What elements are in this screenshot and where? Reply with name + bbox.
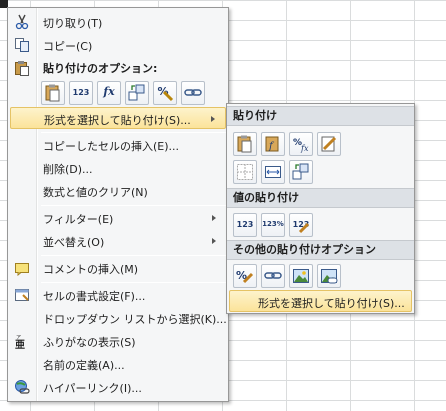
copy-icon — [14, 37, 30, 53]
svg-text:fx: fx — [300, 144, 309, 153]
separator — [41, 132, 226, 133]
transpose-icon[interactable] — [289, 160, 313, 184]
paste-formatting-icon[interactable]: % — [153, 81, 177, 105]
context-menu: 切り取り(T) コピー(C) 貼り付けのオプション: 123 fx % 形式を選… — [7, 7, 229, 402]
cut-label: 切り取り(T) — [43, 17, 103, 30]
globe-link-icon — [14, 379, 30, 395]
format-cells-menu-item[interactable]: セルの書式設定(F)... — [10, 284, 226, 306]
linked-picture-icon[interactable] — [317, 264, 341, 288]
furigana-icon: ア亜 — [14, 333, 30, 351]
no-borders-icon[interactable] — [233, 160, 257, 184]
copy-menu-item[interactable]: コピー(C) — [10, 34, 226, 56]
picture-icon[interactable] — [289, 264, 313, 288]
paste-values-section-header: 値の貼り付け — [227, 188, 414, 208]
paste-icon[interactable] — [41, 81, 65, 105]
values-source-formatting-icon[interactable]: 123 — [289, 213, 313, 237]
submenu-arrow-icon — [212, 215, 216, 221]
paste-section-header: 貼り付け — [227, 106, 414, 126]
clear-contents-menu-item[interactable]: 数式と値のクリア(N) — [10, 180, 226, 202]
paste-special-label: 形式を選択して貼り付け(S)... — [44, 114, 191, 127]
formatting-icon[interactable]: % — [233, 264, 257, 288]
svg-text:亜: 亜 — [15, 339, 25, 349]
paste-link-icon[interactable] — [261, 264, 285, 288]
paste-formulas-number-format-icon[interactable]: % fx — [289, 132, 313, 156]
sort-menu-item[interactable]: 並べ替え(O) — [10, 230, 226, 252]
scissors-icon — [14, 14, 30, 30]
define-name-menu-item[interactable]: 名前の定義(A)... — [10, 353, 226, 375]
paste-options-header-row: 貼り付けのオプション: — [10, 57, 226, 77]
pick-from-list-menu-item[interactable]: ドロップダウン リストから選択(K)... — [10, 307, 227, 329]
delete-menu-item[interactable]: 削除(D)... — [10, 157, 226, 179]
filter-menu-item[interactable]: フィルター(E) — [10, 207, 226, 229]
values-number-format-icon[interactable]: 123% — [261, 213, 285, 237]
insert-copied-cells-menu-item[interactable]: コピーしたセルの挿入(E)... — [10, 134, 226, 156]
transpose-icon[interactable] — [125, 81, 149, 105]
insert-comment-menu-item[interactable]: コメントの挿入(M) — [10, 257, 226, 279]
paste-formulas-icon[interactable]: f — [261, 132, 285, 156]
submenu-arrow-icon — [211, 116, 215, 122]
paste-icon[interactable] — [233, 132, 257, 156]
cut-menu-item[interactable]: 切り取り(T) — [10, 11, 226, 33]
separator — [41, 255, 226, 256]
clipboard-icon — [14, 60, 30, 76]
keep-column-widths-icon[interactable] — [261, 160, 285, 184]
submenu-arrow-icon — [212, 238, 216, 244]
show-furigana-menu-item[interactable]: ア亜 ふりがなの表示(S) — [10, 330, 226, 352]
paste-formulas-icon[interactable]: fx — [97, 81, 121, 105]
other-paste-options-section-header: その他の貼り付けオプション — [227, 240, 414, 260]
paste-special-menu-item[interactable]: 形式を選択して貼り付け(S)... — [10, 107, 226, 129]
format-cells-icon — [14, 287, 30, 303]
hyperlink-menu-item[interactable]: ハイパーリンク(I)... — [10, 376, 226, 398]
paste-values-icon[interactable]: 123 — [69, 81, 93, 105]
values-icon[interactable]: 123 — [233, 213, 257, 237]
paste-special-submenu: 貼り付け f % fx 値の貼り付け 123 123% 123 その他の貼り付けオ… — [226, 103, 415, 314]
separator — [41, 282, 226, 283]
paste-options-label: 貼り付けのオプション: — [43, 62, 158, 75]
paste-special-dialog-item[interactable]: 形式を選択して貼り付け(S)... — [229, 290, 412, 312]
separator — [41, 205, 226, 206]
paste-link-icon[interactable] — [181, 81, 205, 105]
comment-icon — [14, 260, 30, 277]
copy-label: コピー(C) — [43, 40, 93, 53]
keep-source-formatting-icon[interactable] — [317, 132, 341, 156]
